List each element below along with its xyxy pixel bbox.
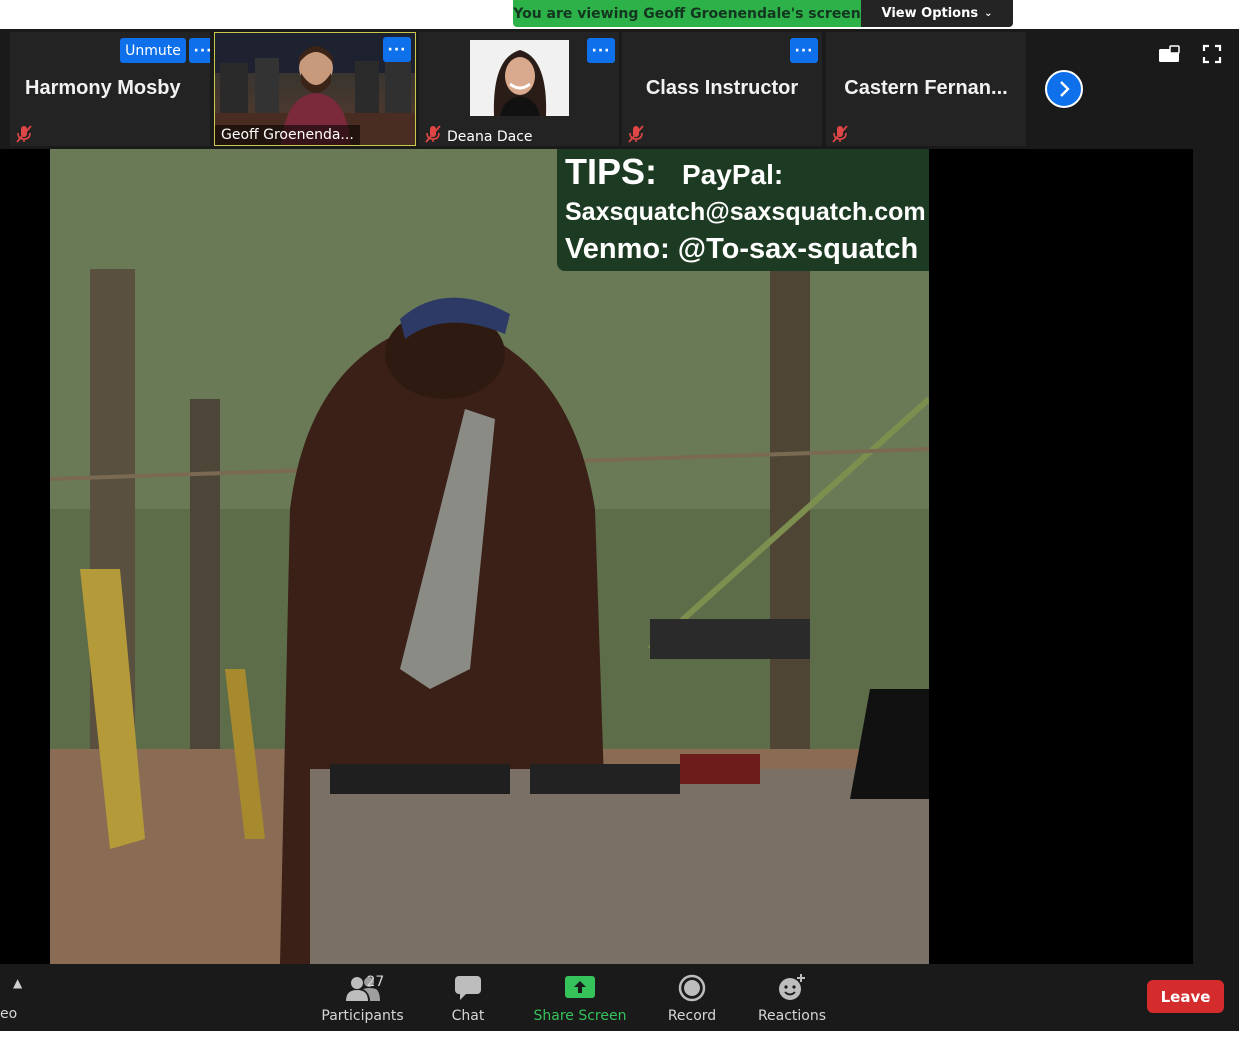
mic-off-icon (425, 125, 441, 143)
tips-email: Saxsquatch@saxsquatch.com (565, 198, 926, 226)
participants-label: Participants (321, 1008, 404, 1024)
share-screen-label: Share Screen (533, 1008, 627, 1024)
chevron-down-icon: ⌄ (984, 8, 993, 19)
unmute-button[interactable]: Unmute (120, 38, 186, 63)
video-label-partial: eo (0, 1006, 18, 1022)
record-icon (678, 974, 706, 1002)
share-screen-button[interactable]: Share Screen (530, 964, 630, 1031)
participant-tile-harmony[interactable]: Harmony Mosby Unmute ··· (10, 32, 210, 146)
meeting-window: Harmony Mosby Unmute ··· ··· Geoff Groen… (0, 29, 1239, 1031)
view-options-button[interactable]: View Options ⌄ (861, 0, 1013, 27)
participants-button[interactable]: 27 Participants (315, 964, 410, 1031)
chat-label: Chat (451, 1008, 485, 1024)
view-options-label: View Options (881, 6, 979, 21)
share-screen-icon (565, 976, 595, 998)
tips-title: TIPS: (565, 151, 658, 192)
leave-button[interactable]: Leave (1147, 980, 1224, 1013)
chat-icon (455, 976, 481, 1000)
more-options-button[interactable]: ··· (189, 38, 210, 63)
more-options-button[interactable]: ··· (383, 37, 411, 62)
next-page-button[interactable] (1045, 70, 1083, 108)
more-options-button[interactable]: ··· (790, 38, 818, 63)
record-button[interactable]: Record (662, 964, 722, 1031)
shared-screen-video: TIPS: PayPal: Saxsquatch@saxsquatch.com … (50, 149, 929, 964)
participant-tile-castern[interactable]: Castern Fernan... (826, 32, 1026, 146)
chevron-right-icon (1060, 81, 1070, 97)
tips-overlay: TIPS: PayPal: Saxsquatch@saxsquatch.com … (557, 149, 929, 271)
shared-screen-area: TIPS: PayPal: Saxsquatch@saxsquatch.com … (0, 149, 1193, 964)
more-options-button[interactable]: ··· (587, 38, 615, 63)
participant-tile-geoff[interactable]: ··· Geoff Groenenda... (214, 32, 416, 146)
right-gutter (1193, 149, 1239, 964)
participant-tile-class-instructor[interactable]: Class Instructor ··· (622, 32, 822, 146)
mic-off-icon (16, 125, 32, 143)
participant-name: Castern Fernan... (844, 77, 1008, 99)
participant-name: Class Instructor (645, 77, 799, 99)
participants-count: 27 (366, 974, 385, 990)
bottom-white-strip (0, 1031, 1239, 1037)
tips-venmo: Venmo: @To-sax-squatch (565, 233, 919, 265)
viewing-banner: You are viewing Geoff Groenendale's scre… (513, 0, 861, 27)
mic-off-icon (832, 125, 848, 143)
reactions-icon (779, 974, 805, 1000)
caret-up-icon[interactable]: ▲ (13, 976, 22, 990)
tips-paypal: PayPal: (682, 159, 784, 190)
speaker-view-layout-icon[interactable] (1158, 45, 1180, 63)
saxsquatch-video-frame (50, 149, 929, 964)
meeting-toolbar: ▲ eo 27 Participants Chat Share Screen R… (0, 964, 1239, 1031)
record-label: Record (667, 1008, 717, 1024)
reactions-label: Reactions (757, 1008, 827, 1024)
mic-off-icon (628, 125, 644, 143)
participant-name: Deana Dace (447, 129, 533, 145)
reactions-button[interactable]: Reactions (752, 964, 832, 1031)
participant-name: Geoff Groenenda... (215, 125, 360, 145)
fullscreen-icon[interactable] (1202, 44, 1222, 64)
participant-name: Harmony Mosby (25, 77, 181, 99)
chat-button[interactable]: Chat (438, 964, 498, 1031)
deana-profile-photo (470, 40, 569, 116)
